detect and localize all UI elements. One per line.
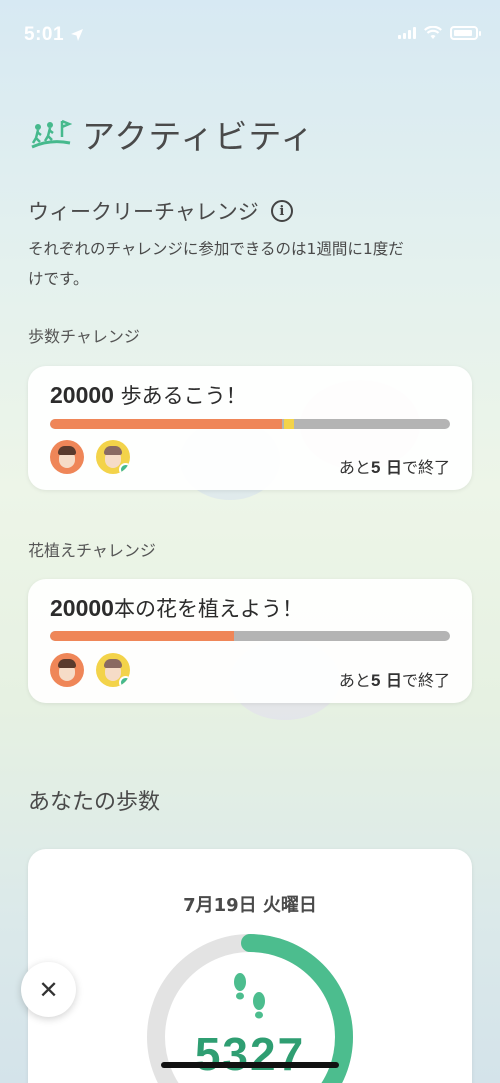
challenge-goal: 20000 歩あるこう！ [50,380,247,410]
goal-number: 20000 [50,382,114,408]
location-arrow-icon [71,29,84,41]
step-challenge-card[interactable]: 20000 歩あるこう！ あと5 日で終了 [28,366,472,490]
close-icon: ✕ [38,975,59,1004]
avatar[interactable] [96,440,130,474]
progress-fill [50,631,234,641]
avatar[interactable] [50,440,84,474]
weekly-challenge-heading: ウィークリーチャレンジ i [28,196,293,226]
participant-avatars [50,653,130,687]
remain-unit: 日 [380,671,402,690]
flower-challenge-label: 花植えチャレンジ [28,541,156,560]
remain-number: 5 [370,458,381,477]
status-bar: 5:01 [0,0,500,60]
participant-avatars [50,440,130,474]
remain-unit: 日 [380,458,402,477]
challenge-progress-bar [50,631,450,641]
steps-count: 5327 [194,1028,306,1080]
remain-prefix: あと [338,671,371,690]
progress-marker [284,419,294,429]
wifi-icon [424,26,442,39]
description-line: けです。 [28,270,89,288]
app-header: アクティビティ [30,110,314,158]
avatar[interactable] [50,653,84,687]
weekly-challenge-description: それぞれのチャレンジに参加できるのは1週間に1度だ けです。 [28,234,478,294]
flower-challenge-card[interactable]: 20000本の花を植えよう！ あと5 日で終了 [28,579,472,703]
challenge-progress-bar [50,419,450,429]
remain-suffix: で終了 [401,458,450,477]
step-challenge-label: 歩数チャレンジ [28,327,140,346]
remain-number: 5 [370,671,381,690]
challenge-goal: 20000本の花を植えよう！ [50,593,303,623]
cellular-signal-icon [398,27,416,39]
walking-people-icon [31,119,72,149]
close-button[interactable]: ✕ [21,962,76,1017]
goal-number: 20000 [50,595,114,621]
page-title: アクティビティ [82,117,315,156]
remaining-days: あと5 日で終了 [339,454,450,478]
status-time: 5:01 [24,24,84,46]
status-time-text: 5:01 [24,24,65,45]
remain-prefix: あと [338,458,371,477]
home-indicator [161,1062,339,1068]
weekly-challenge-title: ウィークリーチャレンジ [28,200,259,224]
remaining-days: あと5 日で終了 [339,667,450,691]
goal-text: 歩あるこう！ [113,384,247,408]
goal-text: 本の花を植えよう！ [113,597,303,621]
check-badge-icon [119,463,130,474]
description-line: それぞれのチャレンジに参加できるのは1週間に1度だ [28,240,404,258]
info-icon[interactable]: i [270,200,293,222]
steps-heading: あなたの歩数 [28,790,161,815]
battery-icon [450,26,481,40]
steps-card[interactable]: 7月19日 火曜日 5327 [28,849,472,1083]
check-badge-icon [119,676,130,687]
progress-fill [50,419,282,429]
avatar[interactable] [96,653,130,687]
footprints-icon [234,973,265,1019]
remain-suffix: で終了 [401,671,450,690]
